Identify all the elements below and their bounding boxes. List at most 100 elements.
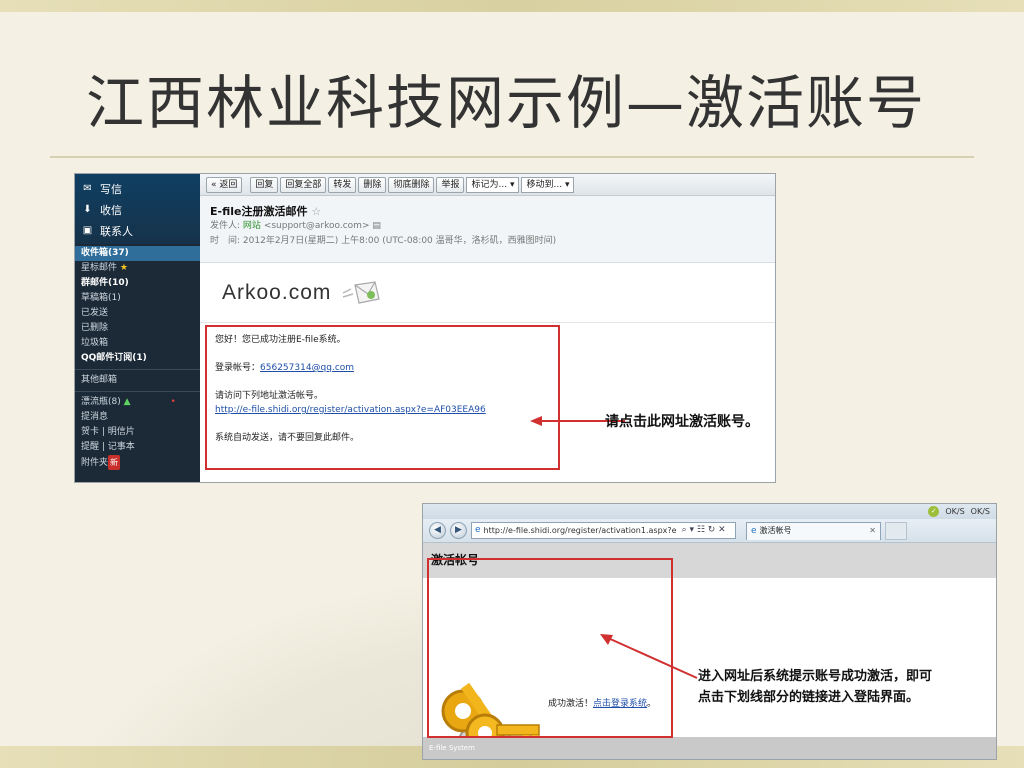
annotation-activation-success: 进入网址后系统提示账号成功激活，即可 点击下划线部分的链接进入登陆界面。 bbox=[698, 666, 932, 708]
folder-starred[interactable]: 星标邮件 ★ bbox=[75, 261, 200, 276]
mail-sidebar: ✉ 写信 ⬇ 收信 ▣ 联系人 收件箱(37) 星标邮件 ★ 群邮件(10) 草… bbox=[75, 174, 200, 482]
title-divider bbox=[50, 156, 974, 158]
inbox-icon: ⬇ bbox=[83, 203, 92, 215]
ie-page-icon: e bbox=[475, 525, 481, 535]
browser-navbar: ◀ ▶ e http://e-file.shidi.org/register/a… bbox=[423, 519, 996, 543]
sidebar-compose-label: 写信 bbox=[100, 182, 122, 196]
folder-other-mailbox[interactable]: 其他邮箱 bbox=[75, 373, 200, 388]
sidebar-receive[interactable]: ⬇ 收信 bbox=[81, 199, 194, 220]
page-footer: E-file System bbox=[423, 737, 996, 759]
folder-list: 收件箱(37) 星标邮件 ★ 群邮件(10) 草稿箱(1) 已发送 已删除 垃圾… bbox=[75, 244, 200, 470]
status-ok-icon: ✓ bbox=[928, 506, 940, 517]
folder-deleted[interactable]: 已删除 bbox=[75, 321, 200, 336]
sender-email: <support@arkoo.com> bbox=[263, 221, 370, 231]
star-toggle-icon[interactable]: ☆ bbox=[311, 205, 321, 218]
move-to-select[interactable]: 移动到... ▾ bbox=[521, 176, 575, 193]
tab-title: 激活帐号 bbox=[759, 526, 792, 535]
mail-subject-text: E-file注册激活邮件 bbox=[210, 205, 308, 218]
sidebar-cards[interactable]: 贺卡 | 明信片 bbox=[75, 425, 200, 440]
chevron-down-icon: ▾ bbox=[509, 179, 515, 190]
reply-all-button[interactable]: 回复全部 bbox=[280, 176, 327, 193]
webmail-screenshot: ✉ 写信 ⬇ 收信 ▣ 联系人 收件箱(37) 星标邮件 ★ 群邮件(10) 草… bbox=[74, 173, 776, 483]
sidebar-top: ✉ 写信 ⬇ 收信 ▣ 联系人 bbox=[75, 174, 200, 244]
sidebar-drift-bottle[interactable]: 漂流瓶(8) ▲ • bbox=[75, 395, 200, 410]
reply-button[interactable]: 回复 bbox=[250, 176, 279, 193]
sidebar-reminders[interactable]: 提醒 | 记事本 bbox=[75, 440, 200, 455]
folder-drafts[interactable]: 草稿箱(1) bbox=[75, 291, 200, 306]
sidebar-attachments[interactable]: 附件夹新 bbox=[75, 455, 200, 470]
new-badge: 新 bbox=[108, 455, 121, 470]
back-button[interactable]: « 返回 bbox=[206, 176, 243, 193]
activation-link-line: http://e-file.shidi.org/register/activat… bbox=[215, 403, 550, 417]
sidebar-divider bbox=[75, 391, 200, 392]
arkoo-logo-text: Arkoo.com bbox=[222, 280, 332, 304]
delete-forever-button[interactable]: 彻底删除 bbox=[388, 176, 435, 193]
highlight-box: 您好！您已成功注册E-file系统。 登录帐号：656257314@qq.com… bbox=[205, 325, 560, 470]
address-text: http://e-file.shidi.org/register/activat… bbox=[483, 526, 677, 535]
sidebar-divider bbox=[75, 369, 200, 370]
account-label: 登录帐号： bbox=[215, 363, 261, 373]
folder-sent[interactable]: 已发送 bbox=[75, 306, 200, 321]
annotation-line-2: 点击下划线部分的链接进入登陆界面。 bbox=[698, 690, 920, 705]
delete-button[interactable]: 删除 bbox=[358, 176, 387, 193]
mail-main: « 返回 回复 回复全部 转发 删除 彻底删除 举报 标记为... ▾ 移动到.… bbox=[200, 174, 775, 482]
mail-from: 发件人: 网站 <support@arkoo.com> ▤ bbox=[210, 219, 767, 234]
notification-dot-icon: • bbox=[170, 397, 176, 407]
close-icon[interactable]: ✕ bbox=[869, 523, 876, 539]
sidebar-receive-label: 收信 bbox=[100, 203, 122, 217]
folder-starred-label: 星标邮件 bbox=[81, 263, 118, 273]
mail-logo-bar: Arkoo.com bbox=[200, 263, 775, 323]
tab-activate-account[interactable]: e 激活帐号 ✕ bbox=[746, 521, 881, 540]
auto-send-note: 系统自动发送，请不要回复此邮件。 bbox=[215, 433, 360, 443]
visit-text: 请访问下列地址激活帐号。 bbox=[215, 391, 324, 401]
sidebar-contacts-label: 联系人 bbox=[100, 224, 133, 238]
topbar-status-1: OK/S bbox=[945, 507, 965, 516]
sidebar-contacts[interactable]: ▣ 联系人 bbox=[81, 220, 194, 241]
chevron-down-icon: ▾ bbox=[564, 179, 570, 190]
topbar-status-2: OK/S bbox=[970, 507, 990, 516]
move-to-label: 移动到... bbox=[526, 179, 563, 190]
mail-time: 时 间: 2012年2月7日(星期二) 上午8:00 (UTC-08:00 温哥… bbox=[210, 234, 767, 249]
new-tab-button[interactable] bbox=[885, 521, 907, 540]
report-button[interactable]: 举报 bbox=[436, 176, 465, 193]
greeting-text: 您好！您已成功注册E-file系统。 bbox=[215, 335, 346, 345]
envelope-logo-icon bbox=[343, 280, 381, 304]
account-email-link[interactable]: 656257314@qq.com bbox=[260, 363, 354, 373]
folder-inbox[interactable]: 收件箱(37) bbox=[75, 246, 200, 261]
mail-subject: E-file注册激活邮件 ☆ bbox=[210, 203, 767, 219]
mark-as-label: 标记为... bbox=[471, 179, 508, 190]
mail-header: E-file注册激活邮件 ☆ 发件人: 网站 <support@arkoo.co… bbox=[200, 196, 775, 263]
annotation-line-1: 进入网址后系统提示账号成功激活，即可 bbox=[698, 669, 933, 684]
forward-arrow-icon[interactable]: ▶ bbox=[450, 522, 467, 539]
sender-name[interactable]: 网站 bbox=[243, 221, 261, 231]
browser-topbar: ✓ OK/S OK/S bbox=[423, 504, 996, 519]
folder-group[interactable]: 群邮件(10) bbox=[75, 276, 200, 291]
browser-screenshot: ✓ OK/S OK/S ◀ ▶ e http://e-file.shidi.or… bbox=[422, 503, 997, 760]
account-line: 登录帐号：656257314@qq.com bbox=[215, 361, 550, 375]
mark-as-select[interactable]: 标记为... ▾ bbox=[466, 176, 520, 193]
forward-button[interactable]: 转发 bbox=[328, 176, 357, 193]
slide-title: 江西林业科技网示例—激活账号 bbox=[86, 69, 927, 137]
folder-spam[interactable]: 垃圾箱 bbox=[75, 336, 200, 351]
sidebar-messages[interactable]: 提消息 bbox=[75, 410, 200, 425]
annotation-arrow-icon-2 bbox=[600, 634, 698, 679]
contact-card-icon[interactable]: ▤ bbox=[372, 221, 381, 231]
sidebar-compose[interactable]: ✉ 写信 bbox=[81, 178, 194, 199]
drift-bottle-mark: ▲ bbox=[123, 397, 131, 407]
ie-tab-icon: e bbox=[751, 526, 757, 536]
folder-subscriptions[interactable]: QQ邮件订阅(1) bbox=[75, 351, 200, 366]
address-tools-icon[interactable]: ⌕ ▾ ☷ ↻ ✕ bbox=[682, 523, 726, 538]
time-value: 2012年2月7日(星期二) 上午8:00 (UTC-08:00 温哥华，洛杉矶… bbox=[242, 236, 557, 246]
mail-icon: ✉ bbox=[83, 182, 92, 194]
address-bar[interactable]: e http://e-file.shidi.org/register/activ… bbox=[471, 522, 736, 539]
mail-body: 您好！您已成功注册E-file系统。 登录帐号：656257314@qq.com… bbox=[200, 323, 775, 470]
attachments-label: 附件夹 bbox=[81, 458, 109, 468]
drift-bottle-label: 漂流瓶(8) bbox=[81, 397, 121, 407]
contacts-icon: ▣ bbox=[82, 224, 93, 236]
star-icon: ★ bbox=[119, 263, 128, 273]
activation-link[interactable]: http://e-file.shidi.org/register/activat… bbox=[215, 405, 486, 415]
time-label: 时 间: bbox=[210, 236, 241, 246]
top-decor-band bbox=[0, 0, 1024, 12]
from-label: 发件人: bbox=[210, 221, 241, 231]
back-arrow-icon[interactable]: ◀ bbox=[429, 522, 446, 539]
